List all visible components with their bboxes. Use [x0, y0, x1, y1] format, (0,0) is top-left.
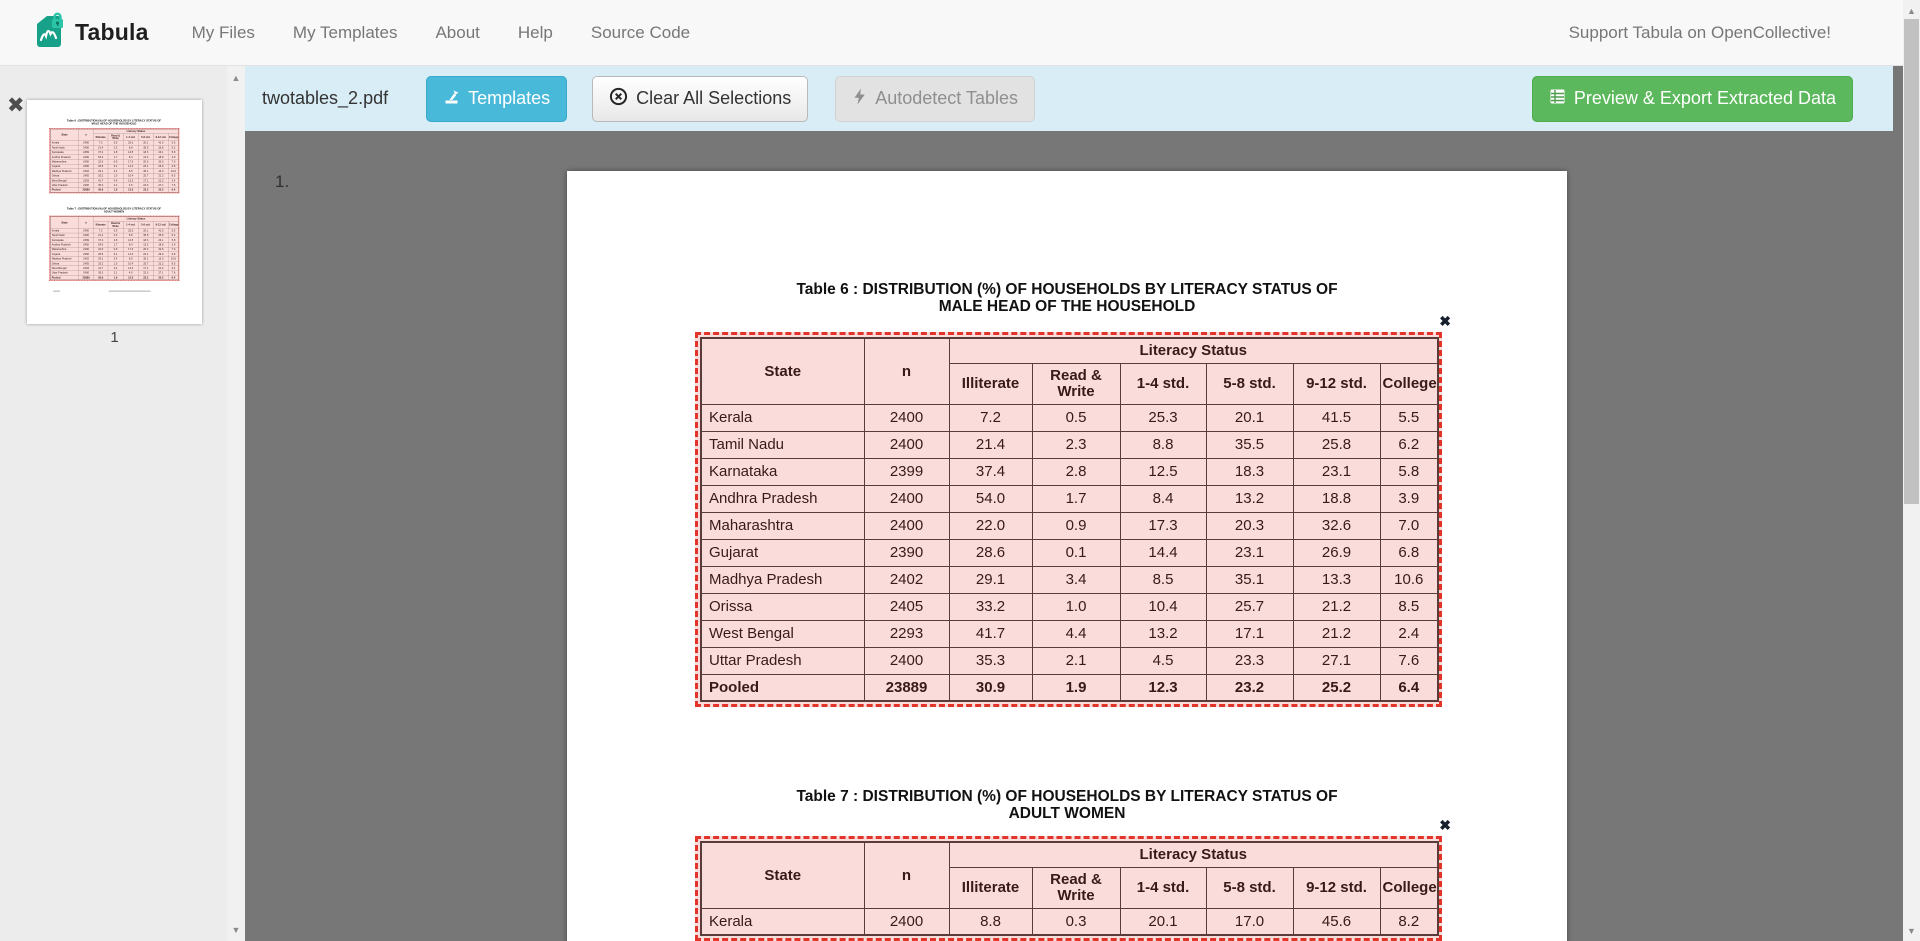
scrollbar-thumb[interactable]: [1904, 19, 1919, 504]
table7-region: StatenLiteracy StatusIlliterateRead & Wr…: [50, 217, 178, 281]
scroll-down-icon[interactable]: ▼: [1903, 922, 1920, 939]
scroll-up-icon[interactable]: ▲: [227, 69, 245, 86]
window-scrollbar[interactable]: ▲ ▼: [1903, 0, 1920, 941]
template-stamp-icon: [443, 88, 460, 110]
tabula-pdf-logo-icon: [36, 12, 66, 53]
clear-button-label: Clear All Selections: [636, 88, 791, 109]
support-link[interactable]: Support Tabula on OpenCollective!: [1569, 23, 1831, 43]
nav-item-help[interactable]: Help: [499, 23, 572, 43]
table6-title: Table 6 : DISTRIBUTION (%) OF HOUSEHOLDS…: [567, 281, 1567, 315]
top-navbar: Tabula My Files My Templates About Help …: [0, 0, 1920, 66]
circled-x-icon: [609, 87, 628, 111]
table6-region: StatenLiteracy StatusIlliterateRead & Wr…: [50, 129, 178, 193]
brand[interactable]: Tabula: [36, 12, 149, 53]
pdf-page: Table 6 : DISTRIBUTION (%) OF HOUSEHOLDS…: [27, 100, 201, 324]
autodetect-tables-button[interactable]: Autodetect Tables: [835, 76, 1035, 122]
selection-box-table7[interactable]: ✖: [49, 216, 179, 281]
lightning-bolt-icon: [852, 88, 867, 110]
page-thumbnail[interactable]: Table 6 : DISTRIBUTION (%) OF HOUSEHOLDS…: [27, 100, 202, 324]
remove-page-icon[interactable]: ✖: [7, 93, 25, 118]
page-thumbnail-number: 1: [27, 329, 202, 346]
table7-region: StatenLiteracy StatusIlliterateRead & Wr…: [700, 841, 1437, 936]
selection-close-icon[interactable]: ✖: [1439, 817, 1451, 834]
pdf-page[interactable]: Table 6 : DISTRIBUTION (%) OF HOUSEHOLDS…: [567, 171, 1567, 941]
selection-box-table6[interactable]: ✖: [49, 128, 179, 193]
table7-title: Table 7 : DISTRIBUTION (%) OF HOUSEHOLDS…: [27, 207, 201, 213]
nav-item-my-files[interactable]: My Files: [173, 23, 274, 43]
selection-box-table6[interactable]: ✖: [695, 332, 1442, 707]
sidebar-scrollbar[interactable]: ▲ ▼: [227, 66, 245, 941]
selection-close-icon[interactable]: ✖: [1439, 313, 1451, 330]
filename-label: twotables_2.pdf: [262, 88, 388, 109]
page-footer-mark: [109, 291, 151, 292]
spreadsheet-icon: [1549, 88, 1566, 110]
page-thumbnail-sidebar: ✖ Table 6 : DISTRIBUTION (%) OF HOUSEHOL…: [0, 66, 245, 941]
export-button-label: Preview & Export Extracted Data: [1574, 88, 1836, 109]
table7-title: Table 7 : DISTRIBUTION (%) OF HOUSEHOLDS…: [567, 788, 1567, 822]
templates-button[interactable]: Templates: [426, 76, 567, 122]
toolbar: twotables_2.pdf Templates Clear All Sele…: [245, 66, 1893, 131]
preview-export-button[interactable]: Preview & Export Extracted Data: [1532, 76, 1853, 122]
page-number-marker: 1.: [275, 172, 289, 192]
nav-item-source-code[interactable]: Source Code: [572, 23, 709, 43]
templates-button-label: Templates: [468, 88, 550, 109]
nav-menu: My Files My Templates About Help Source …: [173, 23, 709, 43]
page-footer-mark: [53, 291, 60, 292]
scroll-down-icon[interactable]: ▼: [227, 921, 245, 938]
pdf-viewer: twotables_2.pdf Templates Clear All Sele…: [245, 66, 1903, 941]
nav-item-my-templates[interactable]: My Templates: [274, 23, 417, 43]
scroll-up-icon[interactable]: ▲: [1903, 2, 1920, 19]
clear-all-selections-button[interactable]: Clear All Selections: [592, 76, 808, 122]
brand-title: Tabula: [75, 19, 149, 46]
table6-title: Table 6 : DISTRIBUTION (%) OF HOUSEHOLDS…: [27, 119, 201, 125]
table6-region: StatenLiteracy StatusIlliterateRead & Wr…: [700, 337, 1437, 702]
selection-box-table7[interactable]: ✖: [695, 836, 1442, 941]
nav-item-about[interactable]: About: [416, 23, 498, 43]
autodetect-button-label: Autodetect Tables: [875, 88, 1018, 109]
